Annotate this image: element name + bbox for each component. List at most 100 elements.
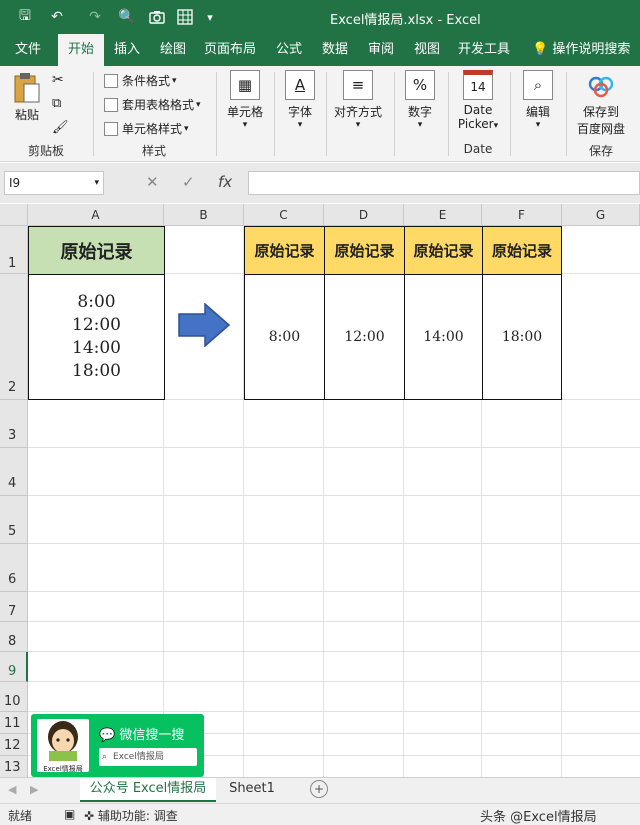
- cell-a2-line: 8:00: [77, 292, 116, 312]
- cell-a2-line: 14:00: [72, 338, 121, 358]
- row-header-1[interactable]: 1: [0, 226, 28, 274]
- column-header-c[interactable]: C: [244, 204, 324, 226]
- paste-button[interactable]: 粘贴: [10, 72, 44, 123]
- accessibility-status[interactable]: ✜ 辅助功能: 调查: [84, 807, 178, 824]
- conditional-format-button[interactable]: 条件格式 ▾: [104, 72, 177, 89]
- tab-data[interactable]: 数据: [314, 34, 356, 66]
- insert-function-icon[interactable]: fx: [218, 173, 232, 191]
- date-picker-button[interactable]: 14 Date Picker▾: [452, 70, 504, 131]
- row-header-12[interactable]: 12: [0, 734, 28, 756]
- row-header-9[interactable]: 9: [0, 652, 28, 682]
- wechat-search-card[interactable]: Excel情报局 💬 微信搜一搜 ⌕ Excel情报局: [31, 714, 204, 777]
- print-preview-icon[interactable]: 🔍: [116, 8, 138, 26]
- font-button[interactable]: A 字体 ▾: [280, 70, 320, 130]
- column-header-g[interactable]: G: [562, 204, 640, 226]
- date-picker-label-1: Date: [463, 103, 493, 117]
- cell-f2[interactable]: 18:00: [482, 274, 562, 400]
- cut-icon[interactable]: ✂: [52, 72, 64, 88]
- styles-group-label: 样式: [141, 144, 166, 158]
- macro-record-icon[interactable]: ▣: [64, 807, 75, 821]
- sheet-tab-sheet1[interactable]: Sheet1: [222, 778, 282, 802]
- cells-button[interactable]: ▦ 单元格 ▾: [222, 70, 268, 130]
- scroll-left-icon[interactable]: ◀: [8, 783, 16, 796]
- cell-d1[interactable]: 原始记录: [324, 226, 405, 275]
- avatar: Excel情报局: [37, 719, 89, 773]
- redo-icon[interactable]: ↷: [84, 8, 106, 26]
- number-button[interactable]: % 数字 ▾: [400, 70, 440, 130]
- cell-a2[interactable]: 8:00 12:00 14:00 18:00: [28, 274, 165, 400]
- edit-button[interactable]: ⌕ 编辑 ▾: [516, 70, 560, 130]
- ribbon: 粘贴 ✂ ⧉ 🖌 剪贴板 条件格式 ▾ 套用表格格式 ▾ 单元格样式 ▾ 样式 ▦ 单…: [0, 66, 640, 162]
- tab-file[interactable]: 文件: [4, 34, 52, 66]
- row-header-11[interactable]: 11: [0, 712, 28, 734]
- alignment-button[interactable]: ≡ 对齐方式 ▾: [330, 70, 386, 130]
- tab-review[interactable]: 审阅: [360, 34, 402, 66]
- row-header-13[interactable]: 13: [0, 756, 28, 777]
- customize-toolbar-chevron-icon[interactable]: ▾: [202, 8, 218, 26]
- search-icon: ⌕: [102, 752, 108, 762]
- save-to-label-2: 百度网盘: [576, 122, 625, 136]
- copy-icon[interactable]: ⧉: [52, 96, 61, 111]
- cell-c1[interactable]: 原始记录: [244, 226, 325, 275]
- table-format-button[interactable]: 套用表格格式 ▾: [104, 96, 201, 113]
- column-header-f[interactable]: F: [482, 204, 562, 226]
- tab-formulas[interactable]: 公式: [268, 34, 310, 66]
- row-header-6[interactable]: 6: [0, 544, 28, 592]
- row-header-10[interactable]: 10: [0, 682, 28, 712]
- column-header-e[interactable]: E: [404, 204, 482, 226]
- select-all-corner[interactable]: [0, 204, 28, 226]
- add-sheet-button[interactable]: +: [310, 780, 328, 798]
- save-icon[interactable]: 🖫: [14, 8, 36, 26]
- tab-home[interactable]: 开始: [58, 34, 104, 66]
- cell-f1[interactable]: 原始记录: [482, 226, 562, 275]
- ribbon-divider: [93, 72, 94, 156]
- tab-developer[interactable]: 开发工具: [452, 34, 516, 66]
- cell-styles-button[interactable]: 单元格样式 ▾: [104, 120, 189, 137]
- table-grid-icon[interactable]: [174, 8, 196, 26]
- tab-insert[interactable]: 插入: [106, 34, 148, 66]
- row-header-2[interactable]: 2: [0, 274, 28, 400]
- format-painter-icon[interactable]: 🖌: [52, 120, 69, 135]
- date-group-label: Date: [463, 142, 493, 156]
- tell-me-label: 操作说明搜索: [552, 42, 631, 57]
- cell-e1[interactable]: 原始记录: [404, 226, 483, 275]
- watermark-text: 头条 @Excel情报局: [480, 810, 597, 825]
- cell-a1[interactable]: 原始记录: [28, 226, 165, 275]
- tell-me-search[interactable]: 💡 操作说明搜索: [532, 34, 630, 66]
- gridline: [28, 400, 640, 448]
- right-arrow-shape[interactable]: [178, 302, 231, 350]
- sheet-tab-bar: ◀ ▶ 公众号 Excel情报局 Sheet1 +: [0, 777, 640, 803]
- row-header-8[interactable]: 8: [0, 622, 28, 652]
- cancel-icon[interactable]: ✕: [146, 173, 159, 191]
- row-header-5[interactable]: 5: [0, 496, 28, 544]
- tab-page-layout[interactable]: 页面布局: [198, 34, 262, 66]
- column-header-a[interactable]: A: [28, 204, 164, 226]
- column-header-b[interactable]: B: [164, 204, 244, 226]
- cell-d2[interactable]: 12:00: [324, 274, 405, 400]
- sheet-tab-wechat[interactable]: 公众号 Excel情报局: [80, 778, 216, 802]
- ribbon-divider: [510, 72, 511, 156]
- formula-input[interactable]: [248, 171, 640, 195]
- row-header-4[interactable]: 4: [0, 448, 28, 496]
- wechat-search-title-text: 微信搜一搜: [119, 728, 185, 743]
- scroll-right-icon[interactable]: ▶: [30, 783, 38, 796]
- row-header-7[interactable]: 7: [0, 592, 28, 622]
- accessibility-icon: ✜: [84, 809, 95, 823]
- gridline: [28, 448, 640, 496]
- column-header-d[interactable]: D: [324, 204, 404, 226]
- enter-icon[interactable]: ✓: [182, 173, 195, 191]
- undo-icon[interactable]: ↶: [46, 8, 68, 26]
- cell-e2[interactable]: 14:00: [404, 274, 483, 400]
- save-to-baidu-button[interactable]: 保存到 百度网盘: [570, 70, 632, 137]
- cell-c2[interactable]: 8:00: [244, 274, 325, 400]
- spreadsheet-grid[interactable]: A B C D E F G 1 2 3 4 5 6 7 8 9 10 11 12…: [0, 204, 640, 777]
- row-header-3[interactable]: 3: [0, 400, 28, 448]
- gridline: [28, 544, 640, 592]
- tab-draw[interactable]: 绘图: [152, 34, 194, 66]
- camera-icon[interactable]: [146, 8, 168, 26]
- name-box[interactable]: I9 ▾: [4, 171, 104, 195]
- tab-view[interactable]: 视图: [406, 34, 448, 66]
- wechat-search-box[interactable]: ⌕ Excel情报局: [99, 748, 197, 766]
- name-box-chevron-icon[interactable]: ▾: [94, 172, 99, 194]
- ribbon-divider: [326, 72, 327, 156]
